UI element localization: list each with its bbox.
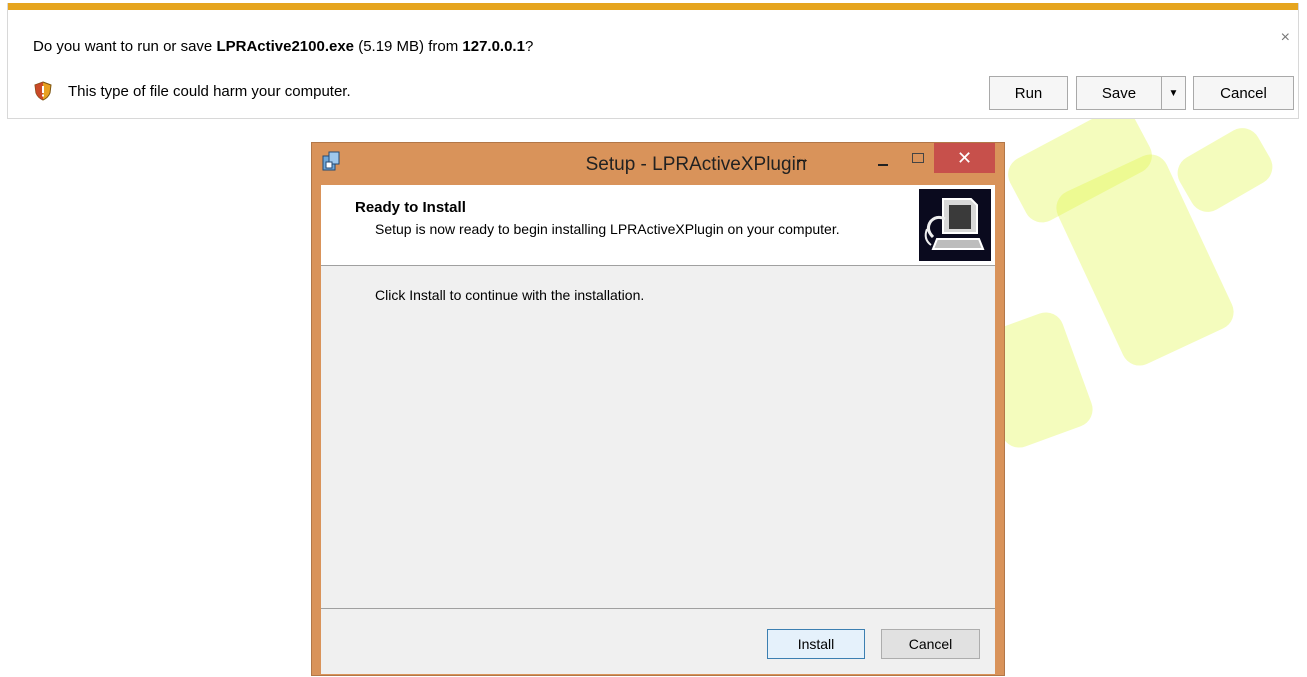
watermark-shape	[1171, 121, 1279, 219]
question-prefix: Do you want to run or save	[33, 38, 217, 55]
file-name: LPRActive2100.exe	[216, 38, 355, 55]
minimize-button[interactable]	[873, 147, 893, 171]
security-warning: This type of file could harm your comput…	[33, 80, 351, 102]
maximize-button[interactable]	[906, 147, 930, 171]
setup-window: Setup - LPRActiveXPlugin ↔ ✕ Ready to In…	[311, 142, 1005, 676]
wizard-body: Click Install to continue with the insta…	[321, 266, 995, 609]
wizard-page-title: Ready to Install	[355, 199, 466, 216]
wizard-page-subtitle: Setup is now ready to begin installing L…	[375, 221, 840, 237]
download-notification-bar: × Do you want to run or save LPRActive21…	[7, 3, 1299, 119]
wizard-footer: Install Cancel	[321, 609, 995, 674]
shield-warning-icon	[34, 81, 52, 101]
cancel-download-button[interactable]: Cancel	[1193, 76, 1294, 110]
save-button[interactable]: Save	[1076, 76, 1161, 110]
install-instruction-text: Click Install to continue with the insta…	[375, 287, 645, 303]
resize-cursor-icon: ↔	[795, 150, 810, 167]
window-close-button[interactable]: ✕	[934, 143, 995, 173]
install-computer-icon	[919, 189, 991, 261]
file-size: (5.19 MB) from	[354, 38, 463, 55]
warning-text: This type of file could harm your comput…	[68, 82, 351, 100]
source-host: 127.0.0.1	[462, 38, 525, 55]
close-icon[interactable]: ×	[1281, 29, 1290, 47]
download-question: Do you want to run or save LPRActive2100…	[33, 38, 533, 55]
wizard-header: Ready to Install Setup is now ready to b…	[321, 185, 995, 266]
question-suffix: ?	[524, 38, 534, 55]
run-button[interactable]: Run	[989, 76, 1068, 110]
window-title: Setup - LPRActiveXPlugin	[585, 154, 807, 175]
notification-accent-line	[8, 3, 1298, 10]
install-button[interactable]: Install	[767, 629, 865, 659]
cancel-button[interactable]: Cancel	[881, 629, 980, 659]
save-dropdown-button[interactable]: ▼	[1161, 76, 1186, 110]
